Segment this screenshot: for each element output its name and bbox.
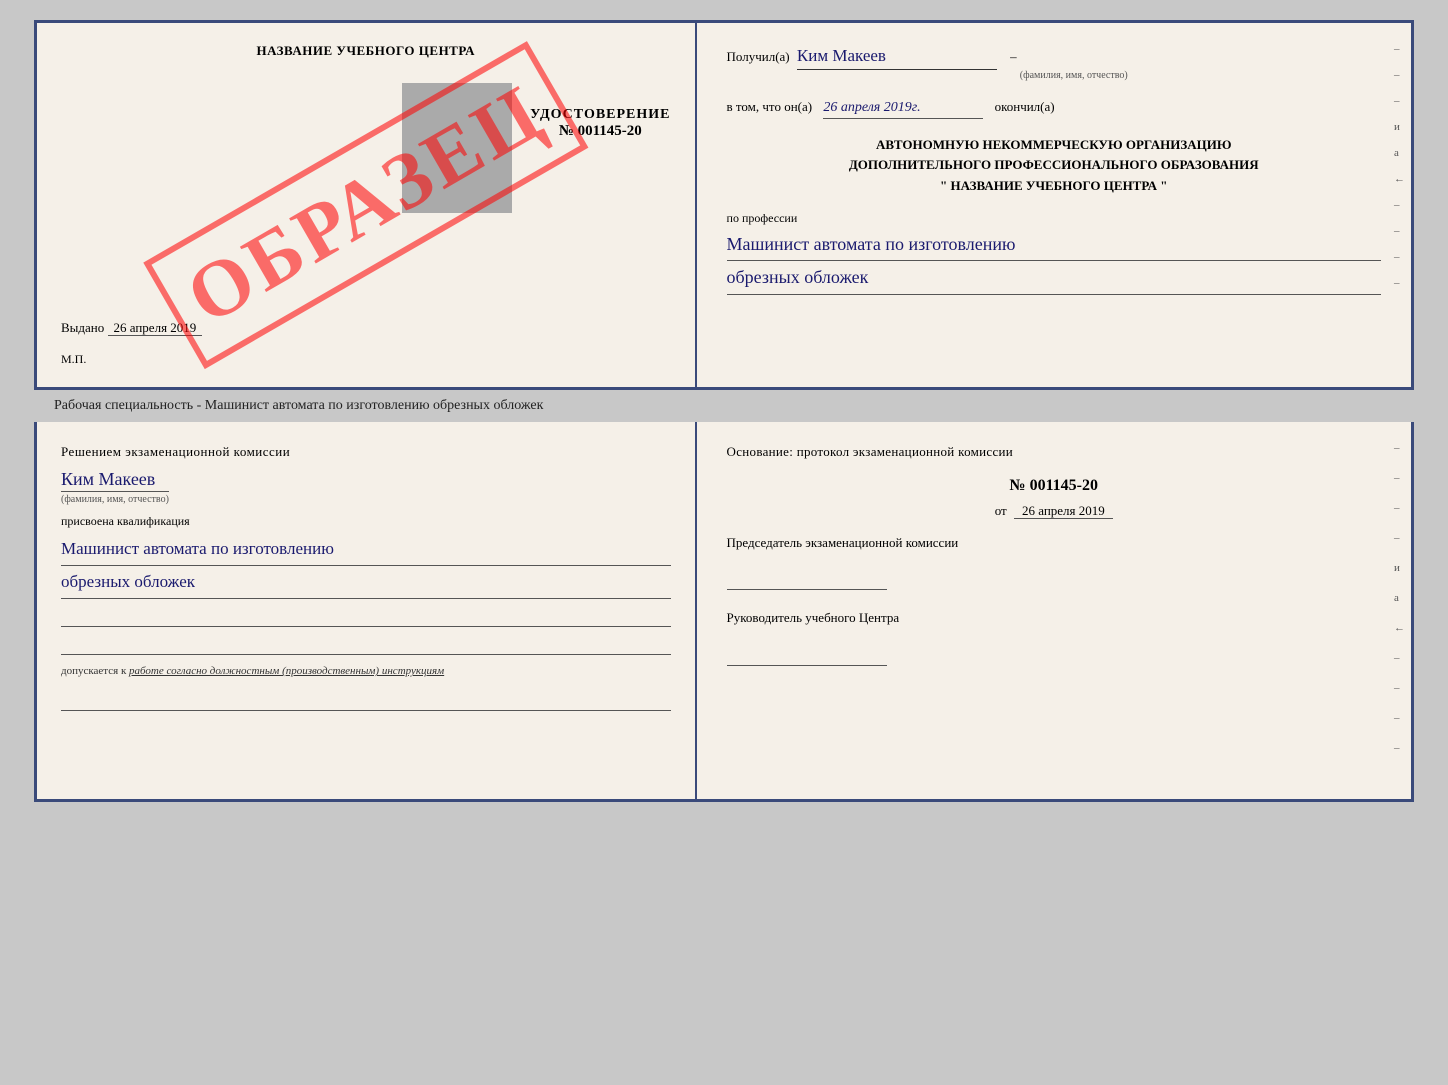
ot-line: от 26 апреля 2019 [727,503,1381,519]
school-name-top: НАЗВАНИЕ УЧЕБНОГО ЦЕНТРА [256,43,475,59]
dopuskaetsya-block: допускается к работе согласно должностны… [61,665,671,677]
specialty-label: Рабочая специальность - Машинист автомат… [34,390,1414,422]
okonchil-label: окончил(а) [995,99,1055,114]
udostoverenie-block: УДОСТОВЕРЕНИЕ № 001145-20 [530,107,670,230]
fio-caption-top: (фамилия, имя, отчество) [767,68,1381,83]
qualification-line1: Машинист автомата по изготовлению [61,533,671,566]
right-side-lines-top: – – – и а ← – – – – [1394,43,1405,289]
vydano-label: Выдано [61,320,104,335]
predsedatel-label: Председатель экзаменационной комиссии [727,533,1381,553]
org-line2: ДОПОЛНИТЕЛЬНОГО ПРОФЕССИОНАЛЬНОГО ОБРАЗО… [727,155,1381,176]
blank-line-1 [61,607,671,627]
blank-line-3 [61,691,671,711]
cert-bottom: Решением экзаменационной комиссии Ким Ма… [34,422,1414,802]
udostoverenie-number: № 001145-20 [559,123,642,140]
cert-date: 26 апреля 2019г. [823,97,983,119]
komissia-title: Решением экзаменационной комиссии [61,442,671,463]
cert-bottom-left: Решением экзаменационной комиссии Ким Ма… [37,422,697,799]
document-container: НАЗВАНИЕ УЧЕБНОГО ЦЕНТРА УДОСТОВЕРЕНИЕ №… [34,20,1414,802]
photo-placeholder [402,83,512,213]
org-block: АВТОНОМНУЮ НЕКОММЕРЧЕСКУЮ ОРГАНИЗАЦИЮ ДО… [727,135,1381,197]
vydano-line: Выдано 26 апреля 2019 [61,310,671,336]
cert-top: НАЗВАНИЕ УЧЕБНОГО ЦЕНТРА УДОСТОВЕРЕНИЕ №… [34,20,1414,390]
blank-line-2 [61,635,671,655]
komissia-name: Ким Макеев [61,469,671,490]
rukovoditel-sign-line [727,646,887,666]
ot-label: от [995,503,1007,518]
recipient-name: Ким Макеев [797,43,997,70]
ot-date: 26 апреля 2019 [1014,503,1113,519]
prisvoena-label: присвоена квалификация [61,514,671,529]
cert-top-right: Получил(а) Ким Макеев – (фамилия, имя, о… [697,23,1411,387]
cert-bottom-right: Основание: протокол экзаменационной коми… [697,422,1411,799]
poluchil-label: Получил(а) [727,49,790,64]
vtom-row: в том, что он(а) 26 апреля 2019г. окончи… [727,97,1381,119]
profession-line2: обрезных обложек [727,261,1381,294]
predsedatel-sign-line [727,570,887,590]
qualification-line2: обрезных обложек [61,566,671,599]
dopusk-text: работе согласно должностным (производств… [129,665,444,677]
mp-line: М.П. [61,352,671,367]
osnovanie-label: Основание: протокол экзаменационной коми… [727,442,1381,463]
protocol-number: № 001145-20 [727,477,1381,495]
poluchil-row: Получил(а) Ким Макеев – (фамилия, имя, о… [727,43,1381,83]
fio-caption-bottom: (фамилия, имя, отчество) [61,491,169,505]
po-professii-label: по профессии [727,211,1381,226]
right-side-markers-bottom: – – – – и а ← – – – – [1394,442,1405,754]
profession-line1: Машинист автомата по изготовлению [727,228,1381,261]
org-name: " НАЗВАНИЕ УЧЕБНОГО ЦЕНТРА " [727,176,1381,197]
dopuskaetsya-label: допускается к [61,665,126,677]
vydano-date: 26 апреля 2019 [108,320,203,336]
udostoverenie-title: УДОСТОВЕРЕНИЕ [530,107,670,123]
rukovoditel-label: Руководитель учебного Центра [727,608,1381,628]
vtom-label: в том, что он(а) [727,99,813,114]
rukovoditel-block: Руководитель учебного Центра [727,608,1381,666]
org-line1: АВТОНОМНУЮ НЕКОММЕРЧЕСКУЮ ОРГАНИЗАЦИЮ [727,135,1381,156]
predsedatel-block: Председатель экзаменационной комиссии [727,533,1381,591]
cert-top-left: НАЗВАНИЕ УЧЕБНОГО ЦЕНТРА УДОСТОВЕРЕНИЕ №… [37,23,697,387]
